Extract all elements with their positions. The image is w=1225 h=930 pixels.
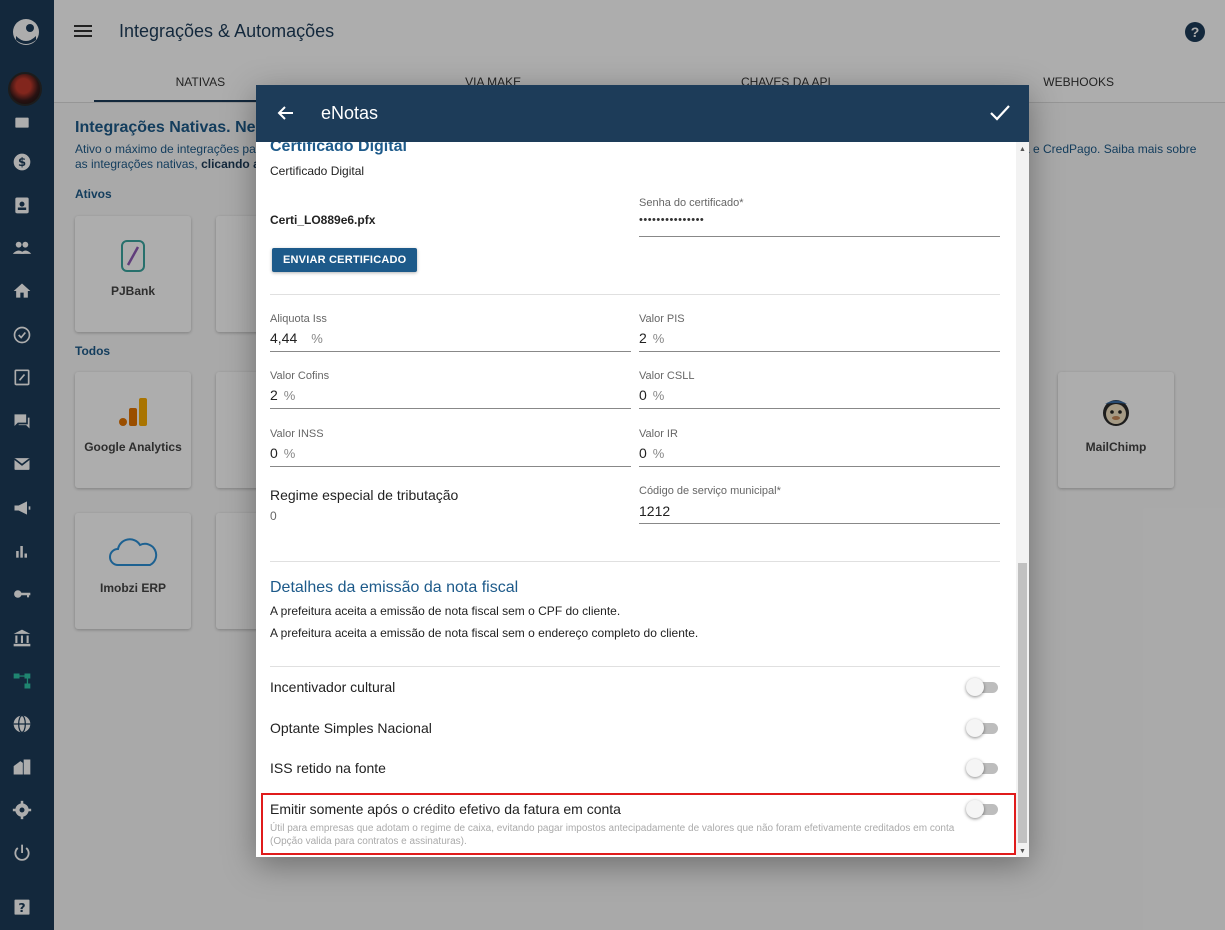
optante-simples-toggle[interactable] [966,719,1000,737]
back-arrow-icon[interactable] [276,103,296,123]
valor-csll-label: Valor CSLL [639,370,695,382]
valor-ir-field[interactable]: 0% [639,445,664,463]
codigo-servico-underline [639,523,1000,524]
codigo-servico-input[interactable]: 1212 [639,503,670,519]
regime-label: Regime especial de tributação [270,487,459,503]
optante-simples-label: Optante Simples Nacional [270,720,432,736]
scroll-up-icon[interactable]: ▲ [1019,146,1026,153]
cert-filename: Certi_LO889e6.pfx [270,213,376,227]
cert-section-title: Certificado Digital [270,142,407,155]
dialog-body[interactable]: Certificado Digital Certificado Digital … [256,142,1029,857]
cert-password-underline [639,236,1000,237]
valor-pis-label: Valor PIS [639,313,685,325]
divider [270,294,1000,295]
scroll-thumb[interactable] [1018,563,1027,843]
valor-pis-underline [639,351,1000,352]
aliquota-iss-underline [270,351,631,352]
valor-inss-label: Valor INSS [270,428,324,440]
emissao-line-endereco: A prefeitura aceita a emissão de nota fi… [270,626,699,640]
iss-retido-toggle[interactable] [966,759,1000,777]
valor-ir-underline [639,466,1000,467]
dialog-scrollbar[interactable]: ▲ ▼ [1016,142,1029,857]
cert-subtitle: Certificado Digital [270,164,365,178]
aliquota-iss-field[interactable]: 4,44% [270,330,323,348]
aliquota-iss-label: Aliquota Iss [270,313,327,325]
valor-csll-field[interactable]: 0% [639,387,664,405]
dialog-header: eNotas [256,85,1029,142]
dialog-title: eNotas [321,103,379,123]
valor-cofins-underline [270,408,631,409]
incentivador-cultural-label: Incentivador cultural [270,679,396,695]
divider [270,561,1000,562]
valor-ir-label: Valor IR [639,428,678,440]
enotas-dialog: eNotas Certificado Digital Certificado D… [256,85,1029,857]
send-certificate-button[interactable]: ENVIAR CERTIFICADO [272,248,418,272]
iss-retido-label: ISS retido na fonte [270,760,386,776]
valor-cofins-label: Valor Cofins [270,370,330,382]
codigo-servico-label: Código de serviço municipal* [639,485,781,497]
emissao-section-title: Detalhes da emissão da nota fiscal [270,579,519,596]
emissao-line-cpf: A prefeitura aceita a emissão de nota fi… [270,604,621,618]
valor-inss-underline [270,466,631,467]
valor-pis-field[interactable]: 2% [639,330,664,348]
divider [270,666,1000,667]
valor-cofins-field[interactable]: 2% [270,387,295,405]
emitir-somente-label: Emitir somente após o crédito efetivo da… [270,801,621,817]
incentivador-cultural-toggle[interactable] [966,678,1000,696]
regime-value[interactable]: 0 [270,509,277,523]
valor-csll-underline [639,408,1000,409]
emitir-somente-toggle[interactable] [966,800,1000,818]
cert-password-label: Senha do certificado* [639,197,744,209]
emitir-somente-help: Útil para empresas que adotam o regime d… [270,823,955,847]
scroll-down-icon[interactable]: ▼ [1019,848,1026,855]
confirm-check-icon[interactable] [989,103,1011,123]
valor-inss-field[interactable]: 0% [270,445,295,463]
cert-password-input[interactable]: ••••••••••••••• [639,214,704,226]
